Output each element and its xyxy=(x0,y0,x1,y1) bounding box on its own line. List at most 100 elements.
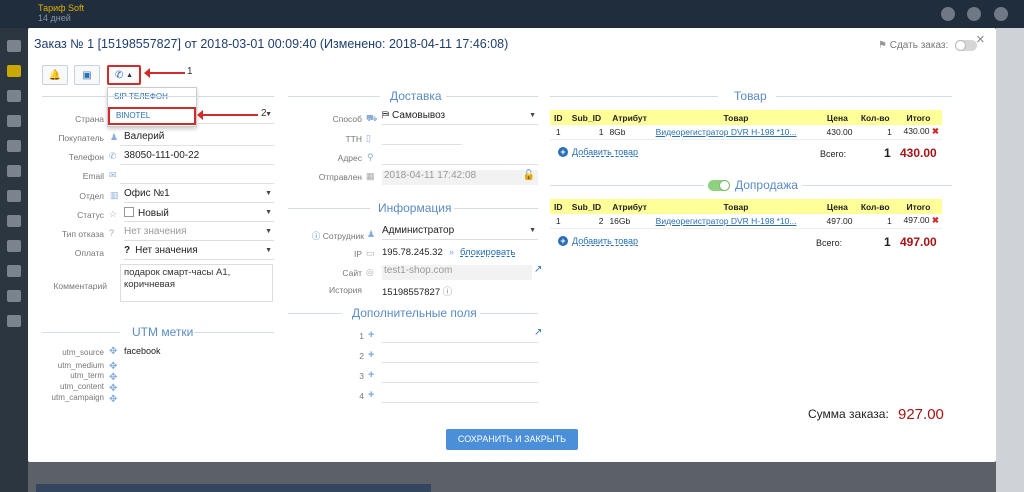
truck-icon: ⛟ xyxy=(366,113,378,123)
comment-textarea[interactable]: подарок смарт-часы А1, коричневая xyxy=(120,264,273,302)
upsell-table: ID Sub_ID Атрибут Товар Цена Кол-во Итог… xyxy=(550,199,942,229)
add-goods-button[interactable]: + Добавить товар xyxy=(558,147,638,157)
sent-value: 2018-04-11 17:42:08 xyxy=(384,170,477,181)
upsell-total-label: Всего: xyxy=(816,238,843,248)
delivery-divider-right xyxy=(446,96,538,97)
sdat-toggle[interactable] xyxy=(955,40,977,51)
ttn-field[interactable] xyxy=(382,144,462,145)
employee-select[interactable]: Администратор ▼ xyxy=(382,225,538,240)
sidebar-users-icon[interactable] xyxy=(7,90,21,102)
close-icon[interactable]: × xyxy=(976,31,985,48)
plus-icon[interactable]: + xyxy=(368,369,374,381)
sidebar-eye-icon[interactable] xyxy=(7,290,21,302)
buyer-field[interactable]: Валерий xyxy=(124,131,164,142)
sidebar-info-icon[interactable] xyxy=(7,265,21,277)
plus-icon[interactable]: ✥ xyxy=(109,394,117,405)
cell-qty[interactable]: 1 xyxy=(855,125,895,140)
status-checkbox xyxy=(124,207,134,217)
sidebar-desktop-icon[interactable] xyxy=(7,40,21,52)
extra-field-1[interactable] xyxy=(382,342,538,343)
extra-field-4[interactable] xyxy=(382,402,538,403)
payment-value: Нет значения xyxy=(135,245,198,256)
plus-icon[interactable]: + xyxy=(368,329,374,341)
address-field[interactable] xyxy=(382,164,538,165)
phone-field[interactable]: 38050-111-00-22 xyxy=(124,150,199,161)
phone-button[interactable]: ✆ ▲ xyxy=(107,65,141,85)
plus-icon[interactable]: + xyxy=(368,349,374,361)
delete-icon[interactable]: ✖ xyxy=(932,215,939,225)
menu-item-sip[interactable]: SIP ТЕЛЕФОН xyxy=(108,88,196,106)
site-field[interactable]: test1-shop.com xyxy=(382,265,532,280)
info-divider-left xyxy=(288,208,370,209)
col-id: ID xyxy=(550,199,567,214)
sidebar-box-icon[interactable] xyxy=(7,115,21,127)
card-button[interactable]: ▣ xyxy=(74,65,100,85)
chevron-down-icon: ▼ xyxy=(265,247,272,254)
plus-circle-icon: + xyxy=(558,236,568,246)
ttn-label: ТТН xyxy=(345,134,362,144)
comment-label: Комментарий xyxy=(53,281,107,291)
goods-total-value: 430.00 xyxy=(900,146,937,160)
sidebar-megaphone-icon[interactable] xyxy=(7,190,21,202)
utm-term-label: utm_term xyxy=(70,371,104,380)
refusal-select[interactable]: Нет значения ▼ xyxy=(124,226,274,241)
email-field[interactable] xyxy=(120,183,274,184)
sidebar-orders-icon[interactable] xyxy=(7,65,21,77)
menu-item-binotel[interactable]: BINOTEL xyxy=(108,107,196,125)
product-link[interactable]: Видеорегистратор DVR H-198 *10... xyxy=(656,127,797,137)
sidebar-truck-icon[interactable] xyxy=(7,165,21,177)
save-and-close-button[interactable]: СОХРАНИТЬ И ЗАКРЫТЬ xyxy=(446,429,578,450)
employee-label: ⓘ Сотрудник xyxy=(288,230,364,242)
country-select[interactable]: ▼ xyxy=(198,109,274,124)
card-icon: ▣ xyxy=(82,69,92,81)
envelope-icon: ✉ xyxy=(109,170,117,180)
upsell-toggle[interactable] xyxy=(708,180,730,191)
extra-field-3[interactable] xyxy=(382,382,538,383)
payment-select[interactable]: ? Нет значения ▼ xyxy=(124,245,274,260)
external-link-icon[interactable]: ↗ xyxy=(534,327,542,338)
plus-icon[interactable]: ✥ xyxy=(109,361,117,372)
add-upsell-button[interactable]: + Добавить товар xyxy=(558,236,638,246)
block-link-text: блокировать xyxy=(460,247,516,258)
extra-field-4-label: 4 xyxy=(359,391,364,401)
dept-select[interactable]: Офис №1 ▼ xyxy=(124,188,274,203)
sidebar-list-icon[interactable] xyxy=(7,140,21,152)
chevron-down-icon: ▼ xyxy=(529,227,536,234)
cell-price[interactable]: 430.00 xyxy=(819,125,856,140)
notification-icon[interactable] xyxy=(967,7,981,21)
cell-qty[interactable]: 1 xyxy=(855,214,895,229)
goods-header-row: ID Sub_ID Атрибут Товар Цена Кол-во Итог… xyxy=(550,110,942,125)
col-id: ID xyxy=(550,110,567,125)
history-value: 15198557827 ⓘ xyxy=(382,284,452,298)
user-icon[interactable] xyxy=(941,7,955,21)
bell-button[interactable]: 🔔 xyxy=(42,65,68,85)
external-link-icon[interactable]: ↗ xyxy=(534,264,542,275)
plus-icon[interactable]: ✥ xyxy=(109,383,117,394)
sidebar-chart-icon[interactable] xyxy=(7,215,21,227)
plus-icon[interactable]: ✥ xyxy=(109,346,117,357)
block-link[interactable]: блокировать xyxy=(460,247,515,258)
plus-icon[interactable]: ✥ xyxy=(109,372,117,383)
col-qty: Кол-во xyxy=(855,110,895,125)
sidebar-gear-icon[interactable] xyxy=(7,240,21,252)
sidebar-video-icon[interactable] xyxy=(7,315,21,327)
delivery-method-select[interactable]: ⛿ Самовывоз ▼ xyxy=(382,110,538,125)
sent-field[interactable]: 2018-04-11 17:42:08 🔓 xyxy=(382,170,538,185)
brand-sub: 14 дней xyxy=(38,13,71,23)
delete-icon[interactable]: ✖ xyxy=(932,126,939,136)
cell-subid: 2 xyxy=(566,214,607,229)
flag-icon: ⚑ xyxy=(878,40,890,51)
col-product: Товар xyxy=(652,199,820,214)
power-icon[interactable] xyxy=(994,7,1008,21)
cell-id: 1 xyxy=(550,214,567,229)
product-link[interactable]: Видеорегистратор DVR H-198 *10... xyxy=(656,216,797,226)
upsell-divider-left xyxy=(550,185,704,186)
unlock-icon[interactable]: 🔓 xyxy=(523,170,535,181)
status-select[interactable]: Новый ▼ xyxy=(124,207,274,222)
cell-price[interactable]: 497.00 xyxy=(819,214,856,229)
extra-field-2[interactable] xyxy=(382,362,538,363)
plus-icon[interactable]: + xyxy=(368,389,374,401)
brand[interactable]: Тариф Soft 14 дней xyxy=(38,3,84,23)
info-circle-icon[interactable]: ⓘ xyxy=(440,287,453,298)
col-total: Итого xyxy=(894,110,942,125)
